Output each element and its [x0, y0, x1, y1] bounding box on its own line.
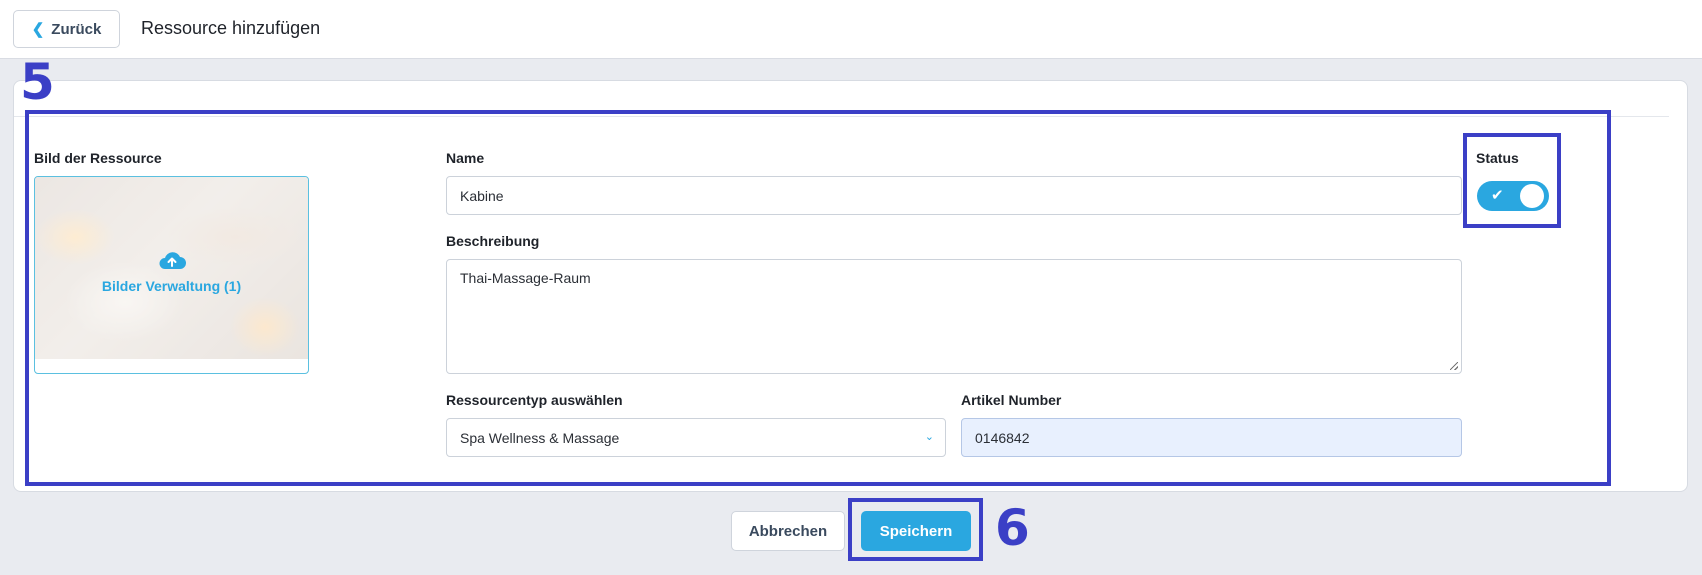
resize-grip-icon[interactable]: [1450, 362, 1458, 370]
image-label: Bild der Ressource: [34, 150, 162, 166]
resource-type-label: Ressourcentyp auswählen: [446, 392, 623, 408]
back-button[interactable]: ❮ Zurück: [13, 10, 120, 48]
chevron-left-icon: ❮: [31, 21, 45, 38]
annotation-box-status: [1463, 133, 1561, 228]
article-number-label: Artikel Number: [961, 392, 1062, 408]
resource-type-select[interactable]: Spa Wellness & Massage ⌄: [446, 418, 946, 457]
description-label: Beschreibung: [446, 233, 540, 249]
annotation-box-save: [848, 498, 983, 561]
article-number-input[interactable]: 0146842: [961, 418, 1462, 457]
annotation-number-section: 5: [20, 53, 55, 111]
page-title: Ressource hinzufügen: [141, 18, 321, 38]
description-value: Thai-Massage-Raum: [460, 270, 591, 286]
cancel-button-label: Abbrechen: [748, 522, 828, 540]
cancel-button[interactable]: Abbrechen: [731, 511, 845, 551]
image-upload-area[interactable]: Bilder Verwaltung (1): [35, 249, 308, 294]
article-number-value: 0146842: [975, 429, 1030, 446]
chevron-down-icon: ⌄: [924, 431, 934, 443]
cloud-upload-icon: [159, 252, 186, 269]
back-button-label: Zurück: [51, 20, 102, 38]
description-textarea[interactable]: Thai-Massage-Raum: [446, 259, 1462, 374]
name-input-value: Kabine: [460, 187, 504, 204]
resource-image[interactable]: Bilder Verwaltung (1): [34, 176, 309, 374]
resource-type-value: Spa Wellness & Massage: [460, 429, 620, 446]
name-label: Name: [446, 150, 485, 166]
name-input[interactable]: Kabine: [446, 176, 1462, 215]
annotation-number-save: 6: [995, 499, 1030, 557]
image-manage-link[interactable]: Bilder Verwaltung (1): [35, 278, 308, 294]
top-bar: ❮ Zurück Ressource hinzufügen: [0, 0, 1702, 59]
